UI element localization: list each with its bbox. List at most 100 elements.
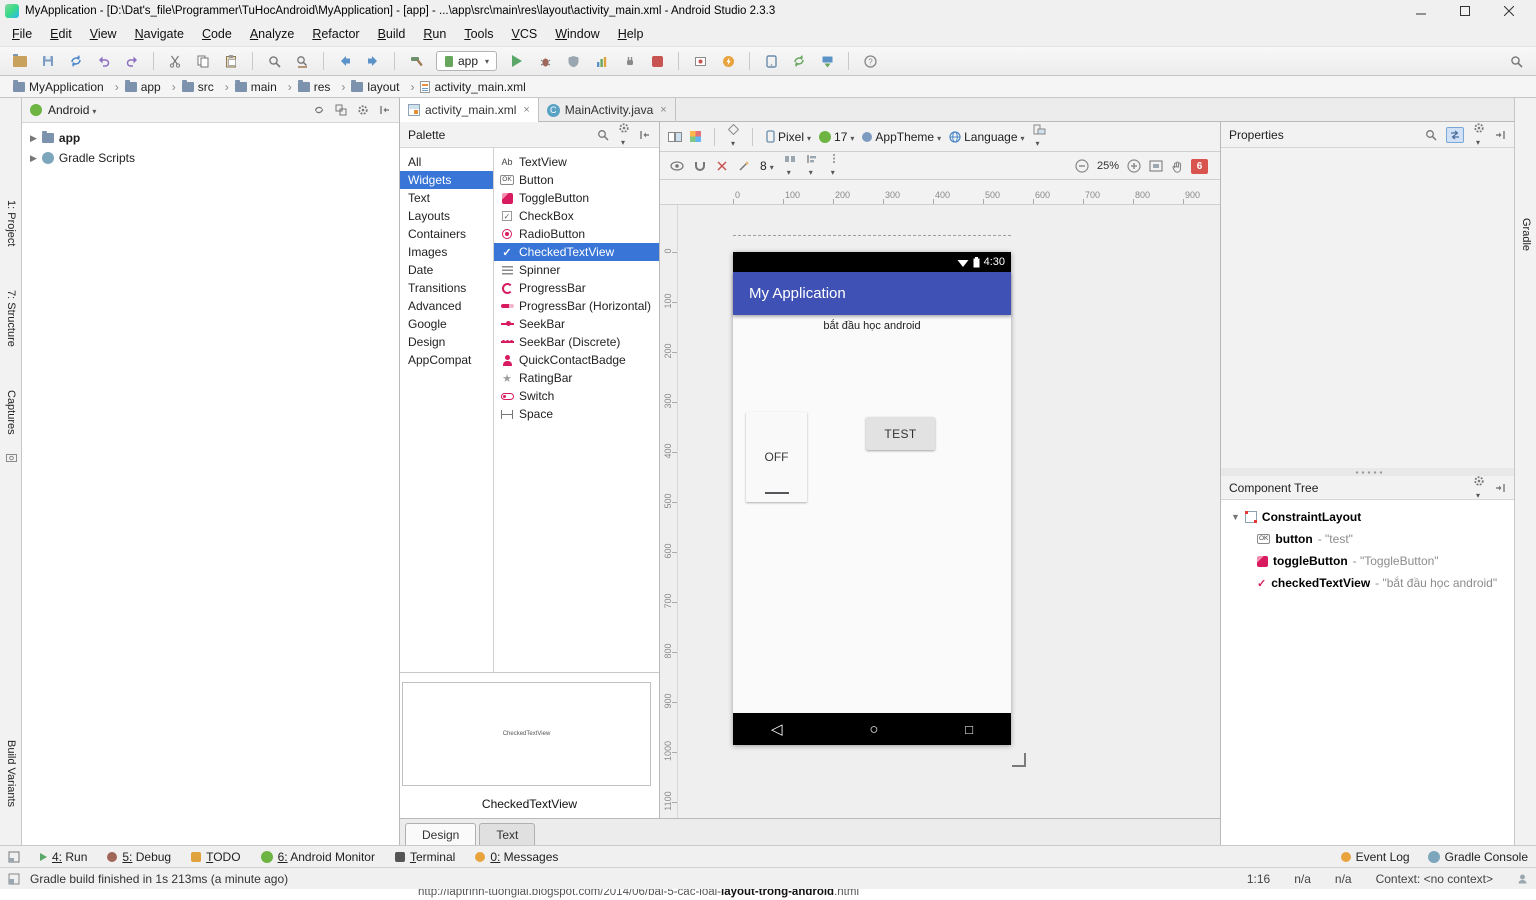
search-everywhere-icon[interactable] (1504, 49, 1528, 73)
breadcrumb-layout[interactable]: layout (348, 80, 417, 94)
undo-icon[interactable] (92, 49, 116, 73)
project-view-selector[interactable]: Android (48, 103, 96, 117)
toolwindow-terminal[interactable]: Terminal (395, 850, 455, 864)
palette-widget-ratingbar[interactable]: ★RatingBar (494, 369, 659, 387)
expand-arrow-icon[interactable]: ▶ (30, 133, 37, 144)
device-preview[interactable]: 4:30 My Application bắt đầu học android … (733, 252, 1011, 745)
project-settings-gear-icon[interactable] (357, 104, 369, 116)
orientation-icon[interactable] (1033, 124, 1046, 149)
theme-selector[interactable]: AppTheme (862, 130, 941, 144)
captures-icon[interactable] (688, 49, 712, 73)
breadcrumb-res[interactable]: res (295, 80, 349, 94)
debug-icon[interactable] (533, 49, 557, 73)
instant-run-icon[interactable] (716, 49, 740, 73)
blueprint-mode-icon[interactable] (690, 131, 701, 142)
language-selector[interactable]: Language (949, 130, 1024, 144)
autoconnect-icon[interactable] (694, 160, 706, 172)
breadcrumb-src[interactable]: src (179, 80, 232, 94)
palette-category-appcompat[interactable]: AppCompat (400, 351, 493, 369)
expand-arrow-icon[interactable]: ▶ (30, 153, 37, 164)
menu-tools[interactable]: Tools (455, 23, 502, 45)
palette-category-widgets[interactable]: Widgets (400, 171, 493, 189)
toolwindow-todo[interactable]: TODO (191, 850, 240, 864)
palette-widget-textview[interactable]: AbTextView (494, 153, 659, 171)
properties-hide-icon[interactable] (1494, 129, 1506, 141)
minimize-button[interactable] (1399, 0, 1443, 22)
collapse-arrow-icon[interactable]: ▼ (1231, 512, 1240, 522)
zoom-fit-icon[interactable] (1149, 160, 1163, 172)
inspections-profile-icon[interactable] (1517, 873, 1528, 884)
panel-splitter[interactable] (1220, 468, 1514, 476)
stop-icon[interactable] (645, 49, 669, 73)
palette-widget-radiobutton[interactable]: RadioButton (494, 225, 659, 243)
palette-widget-togglebutton[interactable]: ToggleButton (494, 189, 659, 207)
palette-widget-spinner[interactable]: Spinner (494, 261, 659, 279)
avd-manager-icon[interactable] (759, 49, 783, 73)
forward-icon[interactable] (361, 49, 385, 73)
help-icon[interactable]: ? (858, 49, 882, 73)
component-tree-hide-icon[interactable] (1494, 482, 1506, 494)
captures-camera-icon[interactable] (4, 450, 18, 464)
show-expert-properties-toggle[interactable] (1446, 127, 1464, 143)
palette-category-design[interactable]: Design (400, 333, 493, 351)
palette-category-layouts[interactable]: Layouts (400, 207, 493, 225)
close-tab-icon[interactable]: × (660, 104, 666, 116)
palette-category-google[interactable]: Google (400, 315, 493, 333)
guidelines-selector-icon[interactable] (828, 154, 840, 178)
find-icon[interactable] (262, 49, 286, 73)
palette-category-transitions[interactable]: Transitions (400, 279, 493, 297)
context-indicator[interactable]: Context: <no context> (1376, 872, 1493, 886)
save-icon[interactable] (36, 49, 60, 73)
canvas-resize-handle[interactable] (1012, 753, 1026, 767)
palette-category-containers[interactable]: Containers (400, 225, 493, 243)
back-icon[interactable] (333, 49, 357, 73)
properties-search-icon[interactable] (1425, 129, 1437, 141)
menu-vcs[interactable]: VCS (503, 23, 547, 45)
palette-widget-seekbar-discrete[interactable]: SeekBar (Discrete) (494, 333, 659, 351)
zoom-out-icon[interactable] (1075, 159, 1089, 173)
caret-position[interactable]: 1:16 (1247, 872, 1270, 886)
toolwindow-quick-access-icon[interactable] (8, 873, 20, 885)
attach-debugger-icon[interactable] (617, 49, 641, 73)
tab-design[interactable]: Design (405, 823, 476, 845)
menu-navigate[interactable]: Navigate (126, 23, 193, 45)
breadcrumb-app[interactable]: app (122, 80, 179, 94)
sdk-manager-icon[interactable] (815, 49, 839, 73)
properties-gear-icon[interactable] (1473, 122, 1485, 148)
status-message[interactable]: Gradle build finished in 1s 213ms (a min… (30, 872, 288, 886)
palette-widget-seekbar[interactable]: SeekBar (494, 315, 659, 333)
show-options-eye-icon[interactable] (670, 161, 684, 171)
open-icon[interactable] (8, 49, 32, 73)
tab-text[interactable]: Text (479, 823, 535, 845)
preview-togglebutton[interactable]: OFF (746, 412, 807, 502)
menu-edit[interactable]: Edit (41, 23, 81, 45)
make-project-icon[interactable] (404, 49, 428, 73)
device-selector[interactable]: Pixel (766, 130, 811, 144)
menu-window[interactable]: Window (546, 23, 608, 45)
pack-selector-icon[interactable] (784, 154, 796, 178)
palette-widget-checkbox[interactable]: ✓CheckBox (494, 207, 659, 225)
project-tree-item-gradle-scripts[interactable]: ▶ Gradle Scripts (22, 148, 399, 168)
palette-widget-quickcontactbadge[interactable]: QuickContactBadge (494, 351, 659, 369)
palette-widget-button[interactable]: OKButton (494, 171, 659, 189)
preview-button[interactable]: TEST (866, 417, 935, 450)
palette-hide-icon[interactable] (639, 129, 651, 141)
zoom-in-icon[interactable] (1127, 159, 1141, 173)
palette-widget-checkedtextview[interactable]: ✓CheckedTextView (494, 243, 659, 261)
palette-widget-progressbar-horizontal[interactable]: ProgressBar (Horizontal) (494, 297, 659, 315)
toolwindow-debug[interactable]: 5: Debug (107, 850, 171, 864)
palette-category-text[interactable]: Text (400, 189, 493, 207)
encoding-indicator[interactable]: n/a (1335, 872, 1352, 886)
component-tree-item-button[interactable]: OK button - "test" (1221, 528, 1514, 550)
menu-file[interactable]: File (3, 23, 41, 45)
menu-code[interactable]: Code (193, 23, 241, 45)
toolwindow-gradle[interactable]: Gradle (1520, 218, 1532, 251)
line-separator-indicator[interactable]: n/a (1294, 872, 1311, 886)
sync-icon[interactable] (64, 49, 88, 73)
breadcrumb-file[interactable]: activity_main.xml (417, 80, 539, 94)
toolwindow-android-monitor[interactable]: 6: Android Monitor (261, 850, 375, 864)
toolwindow-project[interactable]: 1: Project (5, 200, 17, 246)
redo-icon[interactable] (120, 49, 144, 73)
design-mode-icon[interactable] (668, 131, 682, 143)
api-level-selector[interactable]: 17 (819, 130, 854, 144)
